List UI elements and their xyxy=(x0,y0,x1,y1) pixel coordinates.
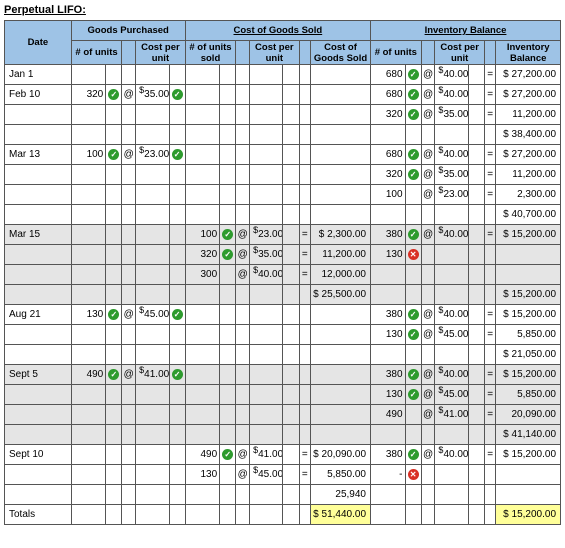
lifo-table: Date Goods Purchased Cost of Goods Sold … xyxy=(4,20,561,525)
check-icon: ✓ xyxy=(408,309,419,320)
table-row: $ 38,400.00 xyxy=(5,125,561,145)
x-icon: ✕ xyxy=(408,249,419,260)
table-row: Jan 1680✓@$40.00=$ 27,200.00 xyxy=(5,65,561,85)
table-row: 320✓@$35.00=11,200.00 xyxy=(5,165,561,185)
table-row: $ 25,500.00$ 15,200.00 xyxy=(5,285,561,305)
check-icon: ✓ xyxy=(108,149,119,160)
hdr-p-units: # of units xyxy=(71,41,122,65)
table-row: $ 41,140.00 xyxy=(5,425,561,445)
totals-balance: $ 15,200.00 xyxy=(496,505,561,525)
hdr-s-cogs: Cost of Goods Sold xyxy=(311,41,371,65)
hdr-b-units: # of units xyxy=(371,41,422,65)
check-icon: ✓ xyxy=(172,369,183,380)
table-row: 100@$23.00=2,300.00 xyxy=(5,185,561,205)
check-icon: ✓ xyxy=(172,149,183,160)
check-icon: ✓ xyxy=(108,89,119,100)
check-icon: ✓ xyxy=(108,369,119,380)
hdr-inventory-balance: Inventory Balance xyxy=(371,21,561,41)
check-icon: ✓ xyxy=(408,69,419,80)
table-row: Sept 5490✓@$41.00✓380✓@$40.00=$ 15,200.0… xyxy=(5,365,561,385)
hdr-s-units: # of units sold xyxy=(185,41,236,65)
table-row: 25,940 xyxy=(5,485,561,505)
table-row: Mar 15100✓@$23.00=$ 2,300.00380✓@$40.00=… xyxy=(5,225,561,245)
page-title: Perpetual LIFO: xyxy=(4,4,86,16)
hdr-date: Date xyxy=(5,21,72,65)
check-icon: ✓ xyxy=(408,169,419,180)
table-row: 320✓@$35.00=11,200.00130✕ xyxy=(5,245,561,265)
check-icon: ✓ xyxy=(408,229,419,240)
table-row: Mar 13100✓@$23.00✓680✓@$40.00=$ 27,200.0… xyxy=(5,145,561,165)
check-icon: ✓ xyxy=(172,89,183,100)
hdr-s-cost: Cost per unit xyxy=(250,41,299,65)
check-icon: ✓ xyxy=(172,309,183,320)
hdr-b-bal: Inventory Balance xyxy=(496,41,561,65)
check-icon: ✓ xyxy=(408,109,419,120)
check-icon: ✓ xyxy=(408,369,419,380)
table-row: $ 21,050.00 xyxy=(5,345,561,365)
table-row: 130@$45.00=5,850.00-✕ xyxy=(5,465,561,485)
table-row: Feb 10320✓@$35.00✓680✓@$40.00=$ 27,200.0… xyxy=(5,85,561,105)
check-icon: ✓ xyxy=(108,309,119,320)
check-icon: ✓ xyxy=(408,389,419,400)
table-row: $ 40,700.00 xyxy=(5,205,561,225)
table-row: 320✓@$35.00=11,200.00 xyxy=(5,105,561,125)
hdr-cogs: Cost of Goods Sold xyxy=(185,21,370,41)
table-row: 300@$40.00=12,000.00 xyxy=(5,265,561,285)
check-icon: ✓ xyxy=(408,449,419,460)
check-icon: ✓ xyxy=(408,149,419,160)
table-row: 130✓@$45.00=5,850.00 xyxy=(5,385,561,405)
table-row: Sept 10490✓@$41.00=$ 20,090.00380✓@$40.0… xyxy=(5,445,561,465)
hdr-p-cost: Cost per unit xyxy=(136,41,186,65)
totals-cogs: $ 51,440.00 xyxy=(311,505,371,525)
table-row: Aug 21130✓@$45.00✓380✓@$40.00=$ 15,200.0… xyxy=(5,305,561,325)
table-row: 490@$41.00=20,090.00 xyxy=(5,405,561,425)
check-icon: ✓ xyxy=(408,329,419,340)
check-icon: ✓ xyxy=(222,449,233,460)
hdr-goods-purchased: Goods Purchased xyxy=(71,21,185,41)
hdr-b-cost: Cost per unit xyxy=(435,41,484,65)
totals-label: Totals xyxy=(5,505,72,525)
check-icon: ✓ xyxy=(222,229,233,240)
check-icon: ✓ xyxy=(408,89,419,100)
x-icon: ✕ xyxy=(408,469,419,480)
table-row: 130✓@$45.00=5,850.00 xyxy=(5,325,561,345)
check-icon: ✓ xyxy=(222,249,233,260)
